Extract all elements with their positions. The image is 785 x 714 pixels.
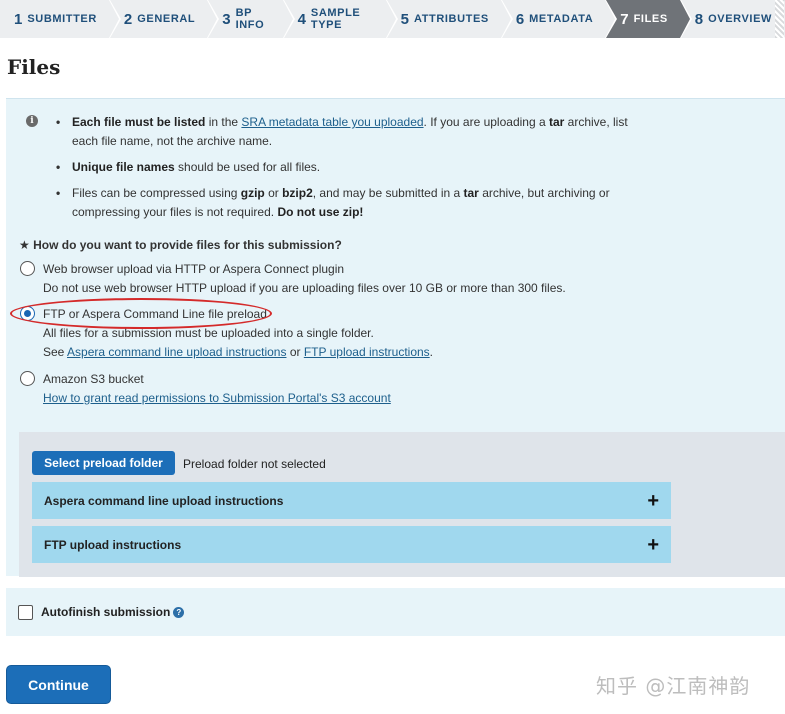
text: . bbox=[429, 345, 434, 359]
step-attributes[interactable]: 5 ATTRIBUTES bbox=[386, 0, 514, 38]
step-number: 6 bbox=[515, 10, 525, 28]
text: or bbox=[264, 186, 283, 200]
step-number: 7 bbox=[620, 10, 629, 28]
option-text: Amazon S3 bucket How to grant read permi… bbox=[43, 370, 391, 408]
step-bp-info[interactable]: 3 BP INFO bbox=[208, 0, 295, 38]
bold-text: gzip bbox=[240, 186, 265, 200]
accordion-title: Aspera command line upload instructions bbox=[44, 493, 284, 508]
text: . If you are uploading a bbox=[423, 115, 549, 129]
autofinish-label[interactable]: Autofinish submission bbox=[41, 605, 170, 619]
step-label: BP INFO bbox=[235, 7, 265, 31]
autofinish-checkbox[interactable] bbox=[18, 604, 33, 620]
ftp-instructions-link[interactable]: FTP upload instructions bbox=[304, 345, 430, 359]
bold-text: tar bbox=[548, 115, 565, 129]
s3-bucket-radio[interactable] bbox=[20, 371, 35, 386]
text: See bbox=[43, 345, 68, 359]
red-highlight-ellipse bbox=[10, 298, 272, 329]
step-number: 1 bbox=[14, 10, 23, 28]
option-text: Web browser upload via HTTP or Aspera Co… bbox=[43, 260, 566, 298]
text: should be used for all files. bbox=[174, 160, 321, 174]
web-upload-radio[interactable] bbox=[20, 261, 35, 276]
page-title: Files bbox=[7, 55, 61, 79]
info-bullet-unique: Unique file names should be used for all… bbox=[56, 158, 636, 177]
select-preload-folder-button[interactable]: Select preload folder bbox=[32, 451, 175, 475]
bold-text: Each file must be listed bbox=[72, 115, 206, 129]
bold-text: tar bbox=[463, 186, 479, 200]
autofinish-panel: Autofinish submission ? bbox=[6, 588, 785, 636]
step-label: FILES bbox=[633, 13, 668, 25]
step-label: SUBMITTER bbox=[27, 13, 97, 25]
text: or bbox=[286, 345, 304, 359]
s3-permissions-link[interactable]: How to grant read permissions to Submiss… bbox=[43, 389, 391, 408]
plus-icon: + bbox=[647, 489, 659, 512]
option-see-line: See Aspera command line upload instructi… bbox=[43, 343, 433, 362]
step-files[interactable]: 7 FILES bbox=[606, 0, 692, 38]
step-general[interactable]: 2 GENERAL bbox=[109, 0, 220, 38]
upload-method-question: ★ How do you want to provide files for t… bbox=[19, 238, 342, 252]
info-bullets: Each file must be listed in the SRA meta… bbox=[56, 113, 636, 229]
step-metadata[interactable]: 6 METADATA bbox=[501, 0, 618, 38]
step-number: 4 bbox=[297, 10, 306, 28]
text: in the bbox=[205, 115, 242, 129]
continue-button[interactable]: Continue bbox=[6, 665, 111, 704]
watermark-text: 知乎 @江南神韵 bbox=[596, 674, 751, 698]
step-number: 2 bbox=[123, 10, 133, 28]
bold-text: bzip2 bbox=[282, 186, 313, 200]
preload-subpanel: Select preload folder Preload folder not… bbox=[19, 432, 785, 577]
aspera-instructions-accordion[interactable]: Aspera command line upload instructions … bbox=[32, 482, 671, 519]
option-s3-bucket[interactable]: Amazon S3 bucket How to grant read permi… bbox=[20, 370, 391, 408]
step-label: ATTRIBUTES bbox=[413, 13, 489, 25]
step-number: 3 bbox=[222, 10, 231, 28]
step-number: 8 bbox=[694, 10, 704, 28]
preload-status: Preload folder not selected bbox=[183, 457, 326, 471]
step-submitter[interactable]: 1 SUBMITTER bbox=[0, 0, 121, 38]
bold-text: Do not use zip! bbox=[277, 205, 364, 219]
step-label: GENERAL bbox=[137, 13, 196, 25]
files-panel: i Each file must be listed in the SRA me… bbox=[6, 98, 785, 577]
help-icon[interactable]: ? bbox=[173, 606, 185, 618]
wizard-steps: 1 SUBMITTER 2 GENERAL 3 BP INFO 4 SAMPLE TYP… bbox=[0, 0, 785, 38]
step-label: SAMPLE TYPE bbox=[310, 7, 361, 31]
ftp-instructions-accordion[interactable]: FTP upload instructions + bbox=[32, 526, 671, 563]
info-bullet-compression: Files can be compressed using gzip or bz… bbox=[56, 184, 636, 222]
option-note: Do not use web browser HTTP upload if yo… bbox=[43, 281, 566, 295]
sra-metadata-link[interactable]: SRA metadata table you uploaded bbox=[241, 115, 423, 129]
step-number: 5 bbox=[400, 10, 409, 28]
accordion-title: FTP upload instructions bbox=[44, 537, 182, 552]
step-overview[interactable]: 8 OVERVIEW bbox=[680, 0, 785, 38]
option-label: Amazon S3 bucket bbox=[43, 372, 144, 386]
option-web-upload[interactable]: Web browser upload via HTTP or Aspera Co… bbox=[20, 260, 566, 298]
step-sample-type[interactable]: 4 SAMPLE TYPE bbox=[283, 0, 398, 38]
step-label: METADATA bbox=[529, 13, 594, 25]
bold-text: Unique file names bbox=[72, 160, 175, 174]
option-label: Web browser upload via HTTP or Aspera Co… bbox=[43, 262, 345, 276]
info-bullet-listed: Each file must be listed in the SRA meta… bbox=[56, 113, 636, 151]
text: , and may be submitted in a bbox=[312, 186, 464, 200]
text: Files can be compressed using bbox=[72, 186, 241, 200]
aspera-instructions-link[interactable]: Aspera command line upload instructions bbox=[67, 345, 286, 359]
info-icon: i bbox=[26, 115, 38, 127]
step-label: OVERVIEW bbox=[708, 13, 772, 25]
plus-icon: + bbox=[647, 533, 659, 556]
